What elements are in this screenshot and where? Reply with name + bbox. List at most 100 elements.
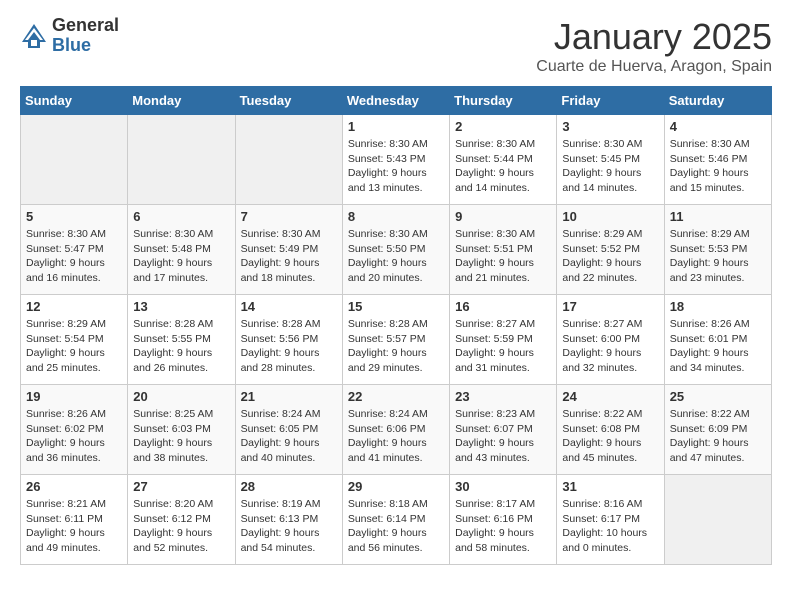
day-number: 23 — [455, 389, 551, 404]
header-sunday: Sunday — [21, 87, 128, 115]
calendar-cell — [128, 115, 235, 205]
logo-text: General Blue — [52, 16, 119, 56]
day-number: 7 — [241, 209, 337, 224]
day-detail: Sunrise: 8:30 AM Sunset: 5:43 PM Dayligh… — [348, 137, 444, 196]
calendar-cell: 26 Sunrise: 8:21 AM Sunset: 6:11 PM Dayli… — [21, 475, 128, 565]
day-number: 27 — [133, 479, 229, 494]
header-friday: Friday — [557, 87, 664, 115]
day-detail: Sunrise: 8:30 AM Sunset: 5:49 PM Dayligh… — [241, 227, 337, 286]
calendar-cell: 29 Sunrise: 8:18 AM Sunset: 6:14 PM Dayli… — [342, 475, 449, 565]
day-number: 16 — [455, 299, 551, 314]
day-number: 11 — [670, 209, 766, 224]
day-number: 30 — [455, 479, 551, 494]
day-detail: Sunrise: 8:30 AM Sunset: 5:50 PM Dayligh… — [348, 227, 444, 286]
calendar-cell: 11 Sunrise: 8:29 AM Sunset: 5:53 PM Dayli… — [664, 205, 771, 295]
calendar-cell: 7 Sunrise: 8:30 AM Sunset: 5:49 PM Daylig… — [235, 205, 342, 295]
calendar-cell: 17 Sunrise: 8:27 AM Sunset: 6:00 PM Dayli… — [557, 295, 664, 385]
calendar-cell: 12 Sunrise: 8:29 AM Sunset: 5:54 PM Dayli… — [21, 295, 128, 385]
day-detail: Sunrise: 8:18 AM Sunset: 6:14 PM Dayligh… — [348, 497, 444, 556]
calendar-cell: 5Sunrise: 8:30 AM Sunset: 5:47 PM Daylig… — [21, 205, 128, 295]
day-detail: Sunrise: 8:30 AM Sunset: 5:51 PM Dayligh… — [455, 227, 551, 286]
calendar-cell: 28Sunrise: 8:19 AM Sunset: 6:13 PM Dayli… — [235, 475, 342, 565]
day-detail: Sunrise: 8:16 AM Sunset: 6:17 PM Dayligh… — [562, 497, 658, 556]
header-saturday: Saturday — [664, 87, 771, 115]
logo-icon — [20, 22, 48, 50]
calendar-cell: 13Sunrise: 8:28 AM Sunset: 5:55 PM Dayli… — [128, 295, 235, 385]
day-number: 12 — [26, 299, 122, 314]
calendar-cell: 31Sunrise: 8:16 AM Sunset: 6:17 PM Dayli… — [557, 475, 664, 565]
header-thursday: Thursday — [450, 87, 557, 115]
day-detail: Sunrise: 8:23 AM Sunset: 6:07 PM Dayligh… — [455, 407, 551, 466]
day-detail: Sunrise: 8:24 AM Sunset: 6:06 PM Dayligh… — [348, 407, 444, 466]
day-detail: Sunrise: 8:30 AM Sunset: 5:47 PM Dayligh… — [26, 227, 122, 286]
day-detail: Sunrise: 8:29 AM Sunset: 5:52 PM Dayligh… — [562, 227, 658, 286]
calendar-cell: 6 Sunrise: 8:30 AM Sunset: 5:48 PM Daylig… — [128, 205, 235, 295]
day-detail: Sunrise: 8:30 AM Sunset: 5:46 PM Dayligh… — [670, 137, 766, 196]
day-detail: Sunrise: 8:30 AM Sunset: 5:48 PM Dayligh… — [133, 227, 229, 286]
day-detail: Sunrise: 8:27 AM Sunset: 5:59 PM Dayligh… — [455, 317, 551, 376]
logo: General Blue — [20, 16, 119, 56]
day-number: 19 — [26, 389, 122, 404]
calendar-cell: 3Sunrise: 8:30 AM Sunset: 5:45 PM Daylig… — [557, 115, 664, 205]
calendar-cell: 10 Sunrise: 8:29 AM Sunset: 5:52 PM Dayli… — [557, 205, 664, 295]
calendar-cell: 15 Sunrise: 8:28 AM Sunset: 5:57 PM Dayli… — [342, 295, 449, 385]
calendar-cell: 20Sunrise: 8:25 AM Sunset: 6:03 PM Dayli… — [128, 385, 235, 475]
day-detail: Sunrise: 8:22 AM Sunset: 6:08 PM Dayligh… — [562, 407, 658, 466]
calendar-cell: 25Sunrise: 8:22 AM Sunset: 6:09 PM Dayli… — [664, 385, 771, 475]
day-number: 21 — [241, 389, 337, 404]
calendar-cell: 22 Sunrise: 8:24 AM Sunset: 6:06 PM Dayli… — [342, 385, 449, 475]
logo-general: General — [52, 16, 119, 36]
day-detail: Sunrise: 8:26 AM Sunset: 6:01 PM Dayligh… — [670, 317, 766, 376]
day-number: 26 — [26, 479, 122, 494]
calendar-cell: 30Sunrise: 8:17 AM Sunset: 6:16 PM Dayli… — [450, 475, 557, 565]
day-number: 4 — [670, 119, 766, 134]
day-detail: Sunrise: 8:26 AM Sunset: 6:02 PM Dayligh… — [26, 407, 122, 466]
calendar-cell: 2 Sunrise: 8:30 AM Sunset: 5:44 PM Daylig… — [450, 115, 557, 205]
day-number: 15 — [348, 299, 444, 314]
title-block: January 2025 Cuarte de Huerva, Aragon, S… — [536, 16, 772, 76]
day-number: 29 — [348, 479, 444, 494]
day-detail: Sunrise: 8:28 AM Sunset: 5:57 PM Dayligh… — [348, 317, 444, 376]
day-detail: Sunrise: 8:20 AM Sunset: 6:12 PM Dayligh… — [133, 497, 229, 556]
day-number: 9 — [455, 209, 551, 224]
day-number: 20 — [133, 389, 229, 404]
day-number: 10 — [562, 209, 658, 224]
day-detail: Sunrise: 8:30 AM Sunset: 5:44 PM Dayligh… — [455, 137, 551, 196]
day-number: 13 — [133, 299, 229, 314]
calendar-cell: 9 Sunrise: 8:30 AM Sunset: 5:51 PM Daylig… — [450, 205, 557, 295]
month-title: January 2025 — [536, 16, 772, 58]
day-number: 3 — [562, 119, 658, 134]
calendar-week-3: 19 Sunrise: 8:26 AM Sunset: 6:02 PM Dayli… — [21, 385, 772, 475]
day-number: 2 — [455, 119, 551, 134]
day-detail: Sunrise: 8:29 AM Sunset: 5:53 PM Dayligh… — [670, 227, 766, 286]
header: General Blue January 2025 Cuarte de Huer… — [20, 16, 772, 76]
calendar-cell: 4 Sunrise: 8:30 AM Sunset: 5:46 PM Daylig… — [664, 115, 771, 205]
header-monday: Monday — [128, 87, 235, 115]
day-number: 22 — [348, 389, 444, 404]
day-detail: Sunrise: 8:21 AM Sunset: 6:11 PM Dayligh… — [26, 497, 122, 556]
calendar-cell: 21Sunrise: 8:24 AM Sunset: 6:05 PM Dayli… — [235, 385, 342, 475]
day-number: 14 — [241, 299, 337, 314]
calendar-cell: 14 Sunrise: 8:28 AM Sunset: 5:56 PM Dayli… — [235, 295, 342, 385]
calendar-cell: 24 Sunrise: 8:22 AM Sunset: 6:08 PM Dayli… — [557, 385, 664, 475]
calendar-cell: 19 Sunrise: 8:26 AM Sunset: 6:02 PM Dayli… — [21, 385, 128, 475]
day-detail: Sunrise: 8:27 AM Sunset: 6:00 PM Dayligh… — [562, 317, 658, 376]
day-number: 6 — [133, 209, 229, 224]
calendar-week-4: 26 Sunrise: 8:21 AM Sunset: 6:11 PM Dayli… — [21, 475, 772, 565]
day-number: 24 — [562, 389, 658, 404]
day-detail: Sunrise: 8:29 AM Sunset: 5:54 PM Dayligh… — [26, 317, 122, 376]
header-wednesday: Wednesday — [342, 87, 449, 115]
calendar-cell: 23 Sunrise: 8:23 AM Sunset: 6:07 PM Dayli… — [450, 385, 557, 475]
calendar-cell: 18Sunrise: 8:26 AM Sunset: 6:01 PM Dayli… — [664, 295, 771, 385]
calendar-cell: 16 Sunrise: 8:27 AM Sunset: 5:59 PM Dayli… — [450, 295, 557, 385]
day-detail: Sunrise: 8:28 AM Sunset: 5:56 PM Dayligh… — [241, 317, 337, 376]
day-number: 25 — [670, 389, 766, 404]
calendar-cell — [664, 475, 771, 565]
day-number: 17 — [562, 299, 658, 314]
day-number: 8 — [348, 209, 444, 224]
calendar-week-2: 12 Sunrise: 8:29 AM Sunset: 5:54 PM Dayli… — [21, 295, 772, 385]
page: General Blue January 2025 Cuarte de Huer… — [0, 0, 792, 581]
calendar-table: Sunday Monday Tuesday Wednesday Thursday… — [20, 86, 772, 565]
day-number: 1 — [348, 119, 444, 134]
calendar-cell: 8 Sunrise: 8:30 AM Sunset: 5:50 PM Daylig… — [342, 205, 449, 295]
